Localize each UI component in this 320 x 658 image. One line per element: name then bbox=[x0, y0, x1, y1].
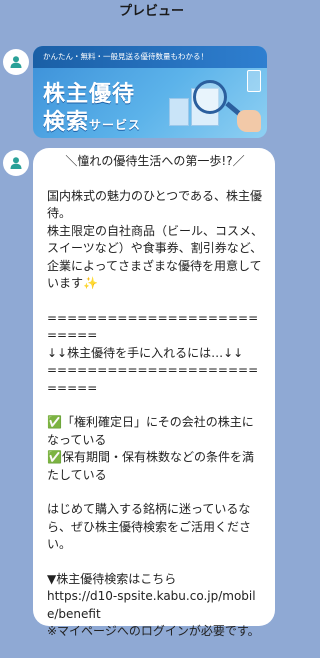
benefit-link[interactable]: https://d10-spsite.kabu.co.jp/mobile/ben… bbox=[47, 588, 263, 623]
banner-tagline: かんたん・無料・一般見送る優待数量もわかる！ bbox=[33, 46, 267, 68]
message-heading: ＼憧れの優待生活への第一歩!?／ bbox=[65, 154, 245, 168]
divider-line: ========================== bbox=[47, 310, 259, 343]
link-label: ▼株主優待検索はこちら bbox=[47, 571, 177, 586]
banner-title-line2: 検索サービス bbox=[43, 104, 141, 136]
smartphone-icon bbox=[247, 70, 261, 92]
divider-line: ========================== bbox=[47, 363, 259, 395]
building-icon bbox=[169, 98, 189, 126]
section-title: ↓↓株主優待を手に入れるには…↓↓ bbox=[47, 345, 244, 360]
hand-illustration bbox=[237, 110, 261, 132]
checklist-item: ✅「権利確定日」にその会社の株主になっている bbox=[47, 415, 254, 447]
message-paragraph: 国内株式の魅力のひとつである、株主優待。 株主限定の自社商品（ビール、コスメ、ス… bbox=[47, 188, 264, 291]
checklist-item: ✅保有期間・保有株数などの条件を満たしている bbox=[47, 450, 254, 482]
magnifier-icon bbox=[193, 80, 227, 114]
user-icon bbox=[10, 56, 22, 68]
message-paragraph: はじめて購入する銘柄に迷っているなら、ぜひ株主優待検索をご活用ください。 bbox=[47, 502, 252, 551]
login-note: ※マイページへのログインが必要です。 bbox=[47, 624, 260, 638]
user-icon bbox=[10, 157, 22, 169]
avatar bbox=[3, 150, 29, 176]
message-bubble: ＼憧れの優待生活への第一歩!?／ 国内株式の魅力のひとつである、株主優待。 株主… bbox=[33, 148, 275, 638]
stock-benefit-banner[interactable]: かんたん・無料・一般見送る優待数量もわかる！ 株主優待 検索サービス bbox=[33, 46, 267, 138]
banner-title-small: サービス bbox=[89, 118, 142, 132]
avatar bbox=[3, 49, 29, 75]
banner-title-main: 検索 bbox=[43, 110, 90, 135]
page-title: プレビュー bbox=[118, 4, 184, 19]
